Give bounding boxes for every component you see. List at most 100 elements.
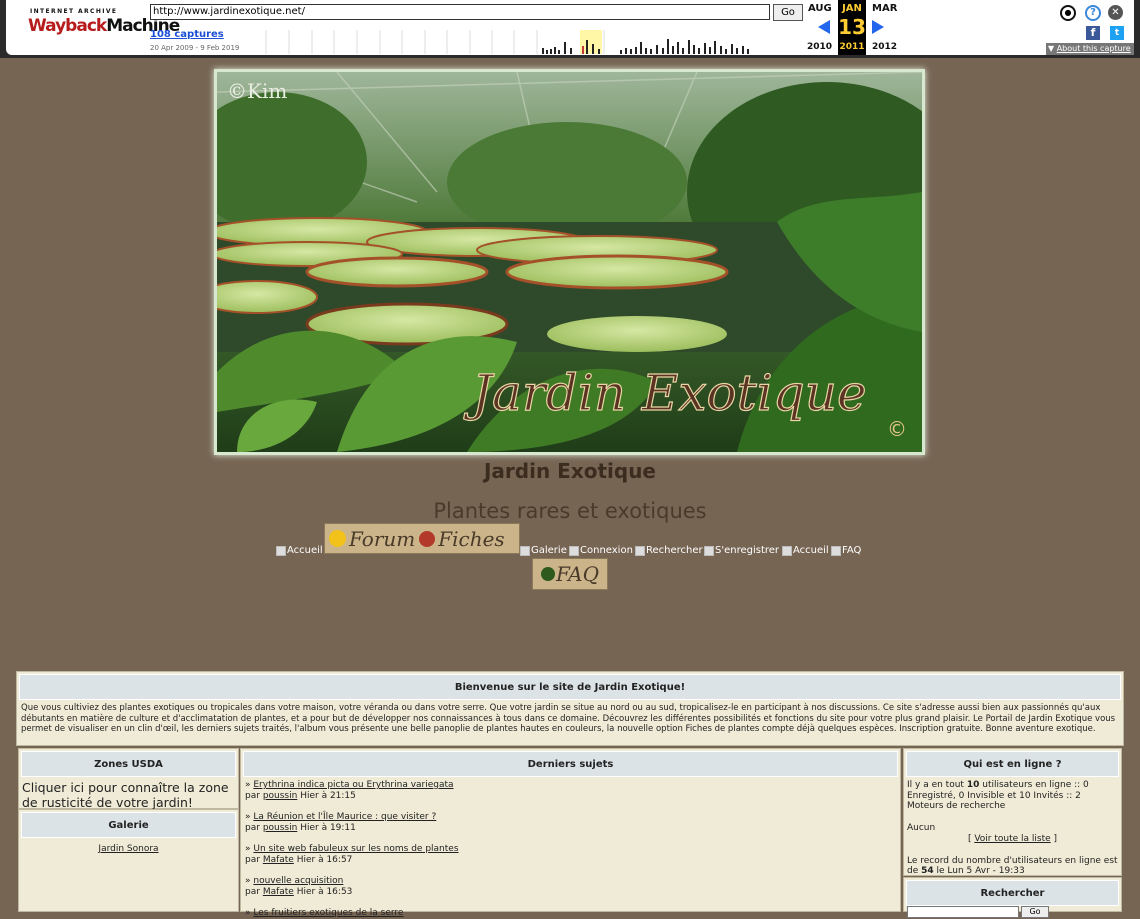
- welcome-text: Que vous cultiviez des plantes exotiques…: [21, 703, 1116, 734]
- url-input[interactable]: http://www.jardinexotique.net/: [150, 4, 770, 20]
- nav-faq[interactable]: FAQ: [831, 545, 861, 556]
- online-registered: Aucun: [907, 822, 936, 833]
- online-title: Qui est en ligne ?: [906, 751, 1119, 777]
- nav-accueil-2-label: Accueil: [793, 545, 829, 556]
- prev-capture-arrow-icon[interactable]: [818, 20, 830, 34]
- current-year: 2011: [839, 42, 865, 52]
- capture-date-range: 20 Apr 2009 - 9 Feb 2019: [150, 44, 240, 52]
- nav-galerie-label: Galerie: [531, 545, 567, 556]
- topic-link[interactable]: Les fruitiers exotiques de la serre: [253, 908, 403, 918]
- dropdown-triangle-icon: ▼: [1048, 44, 1055, 53]
- usda-title: Zones USDA: [21, 751, 236, 777]
- topic-time: Hier à 16:53: [296, 887, 353, 897]
- broken-image-icon: [782, 545, 792, 556]
- topic-item: » Un site web fabuleux sur les noms de p…: [245, 844, 459, 865]
- forum-nav-label: Forum: [349, 526, 416, 551]
- topic-item: » Les fruitiers exotiques de la serre: [245, 908, 404, 918]
- nav-connexion-label: Connexion: [580, 545, 633, 556]
- search-title: Rechercher: [906, 880, 1119, 906]
- see-full-list-link[interactable]: Voir toute la liste: [974, 834, 1050, 844]
- prev-year-label[interactable]: 2010: [807, 42, 832, 52]
- banner-title-art: Jardin Exotique: [463, 364, 867, 422]
- online-pre: Il y a en tout: [907, 780, 964, 790]
- topic-time: Hier à 16:57: [296, 855, 353, 865]
- topic-link[interactable]: Un site web fabuleux sur les noms de pla…: [253, 844, 458, 854]
- galerie-title: Galerie: [21, 812, 236, 838]
- search-module: Rechercher Go: [903, 877, 1122, 918]
- site-description: Plantes rares et exotiques: [433, 499, 707, 523]
- next-month-label[interactable]: MAR: [872, 3, 897, 14]
- topic-by: par: [245, 887, 260, 897]
- sparkline-year-dividers: [265, 30, 605, 54]
- current-month: JAN: [842, 3, 862, 14]
- banner-copyright-top: ©Kim: [227, 79, 287, 103]
- site-banner-image[interactable]: ©Kim Jardin Exotique ©: [214, 69, 925, 455]
- nav-faq-label: FAQ: [842, 545, 862, 556]
- banner-illustration: ©Kim Jardin Exotique ©: [217, 72, 922, 452]
- online-count: 10: [966, 780, 980, 790]
- nav-rechercher[interactable]: Rechercher: [635, 545, 703, 556]
- site-title: Jardin Exotique: [483, 459, 656, 483]
- capture-sparkline[interactable]: [244, 28, 802, 54]
- search-input[interactable]: [907, 906, 1019, 918]
- topic-link[interactable]: La Réunion et l'Île Maurice : que visite…: [253, 812, 436, 822]
- topic-author[interactable]: Mafate: [263, 887, 294, 897]
- topic-author[interactable]: Mafate: [263, 855, 294, 865]
- usda-link[interactable]: Cliquer ici pour connaître la zone de ru…: [19, 779, 238, 811]
- faq-nav-label: FAQ: [556, 562, 599, 586]
- nav-enregistrer[interactable]: S'enregistrer: [704, 545, 779, 556]
- current-day: 13: [838, 15, 866, 39]
- current-capture-date: JAN 13 2011: [838, 0, 866, 55]
- user-account-icon[interactable]: ●: [1060, 5, 1076, 21]
- broken-image-icon: [635, 545, 645, 556]
- broken-image-icon: [831, 545, 841, 556]
- about-capture-label: About this capture: [1056, 44, 1131, 53]
- broken-image-icon: [704, 545, 714, 556]
- topic-item: » Erythrina indica picta ou Erythrina va…: [245, 780, 454, 801]
- nav-galerie[interactable]: Galerie: [520, 545, 567, 556]
- topic-author[interactable]: poussin: [263, 823, 298, 833]
- topic-link[interactable]: nouvelle acquisition: [253, 876, 343, 886]
- faq-nav-image[interactable]: FAQ: [532, 558, 608, 590]
- forum-fiches-nav-image[interactable]: Forum Fiches: [324, 523, 520, 554]
- wayback-logo-word: Wayback: [28, 16, 107, 36]
- nav-enregistrer-label: S'enregistrer: [715, 545, 780, 556]
- galerie-link[interactable]: Jardin Sonora: [98, 844, 158, 854]
- search-go-button[interactable]: Go: [1021, 906, 1049, 918]
- twitter-icon[interactable]: t: [1110, 26, 1124, 40]
- record-post: le Lun 5 Avr - 19:33: [936, 866, 1025, 876]
- speech-bubble-icon: [329, 530, 346, 547]
- next-year-label[interactable]: 2012: [872, 42, 897, 52]
- next-capture-arrow-icon[interactable]: [872, 20, 884, 34]
- topic-time: Hier à 21:15: [300, 791, 356, 801]
- online-module: Qui est en ligne ? Il y a en tout 10 uti…: [903, 748, 1122, 876]
- record-count: 54: [921, 866, 934, 876]
- prev-month-label[interactable]: AUG: [808, 3, 832, 14]
- captures-link[interactable]: 108 captures: [150, 29, 224, 40]
- galerie-module: Galerie Jardin Sonora: [18, 809, 239, 912]
- nav-accueil-label: Accueil: [287, 545, 323, 556]
- usda-module: Zones USDA Cliquer ici pour connaître la…: [18, 748, 239, 811]
- topic-by: par: [245, 855, 260, 865]
- nav-accueil[interactable]: Accueil: [276, 545, 323, 556]
- help-icon[interactable]: ?: [1085, 5, 1101, 21]
- latest-topics-module: Derniers sujets » Erythrina indica picta…: [240, 748, 901, 918]
- nav-connexion[interactable]: Connexion: [569, 545, 633, 556]
- nav-accueil-2[interactable]: Accueil: [782, 545, 829, 556]
- nav-rechercher-label: Rechercher: [646, 545, 703, 556]
- about-capture-button[interactable]: ▼ About this capture: [1046, 43, 1134, 55]
- broken-image-icon: [520, 545, 530, 556]
- banner-copyright-mark: ©: [887, 417, 907, 441]
- broken-image-icon: [569, 545, 579, 556]
- wayback-toolbar-panel: INTERNET ARCHIVE WaybackMachine http://w…: [6, 0, 1134, 55]
- go-button[interactable]: Go: [773, 4, 803, 21]
- topic-link[interactable]: Erythrina indica picta ou Erythrina vari…: [253, 780, 453, 790]
- welcome-title: Bienvenue sur le site de Jardin Exotique…: [19, 674, 1121, 700]
- wayback-logo-top[interactable]: INTERNET ARCHIVE: [30, 8, 117, 15]
- topic-time: Hier à 19:11: [300, 823, 356, 833]
- topic-by: par: [245, 823, 260, 833]
- card-icon: [419, 530, 436, 547]
- close-icon[interactable]: ✕: [1108, 5, 1123, 20]
- facebook-icon[interactable]: f: [1086, 26, 1100, 40]
- topic-author[interactable]: poussin: [263, 791, 298, 801]
